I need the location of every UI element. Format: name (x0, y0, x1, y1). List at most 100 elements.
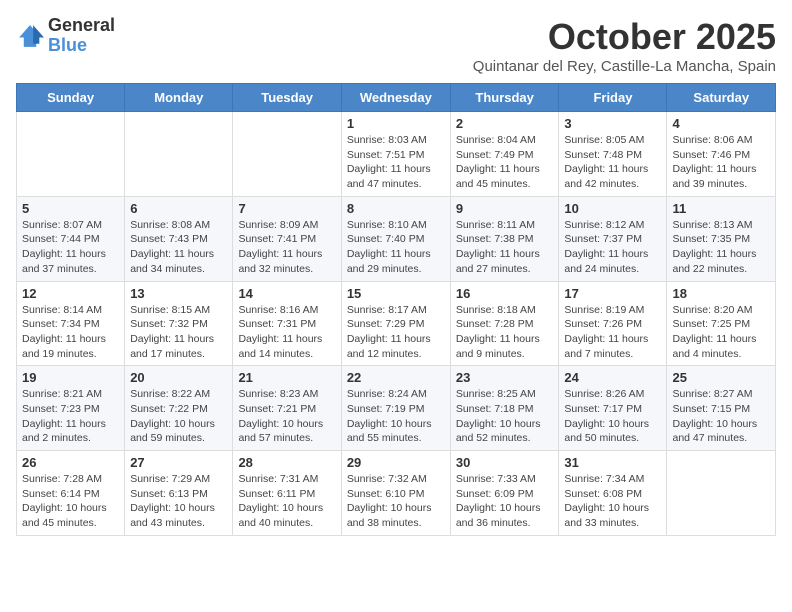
calendar-cell: 20 Sunrise: 8:22 AMSunset: 7:22 PMDayligh… (125, 366, 233, 451)
day-number: 1 (347, 116, 445, 131)
day-number: 19 (22, 370, 119, 385)
calendar-cell: 6 Sunrise: 8:08 AMSunset: 7:43 PMDaylight… (125, 196, 233, 281)
day-number: 31 (564, 455, 661, 470)
day-info: Sunrise: 8:17 AMSunset: 7:29 PMDaylight:… (347, 303, 445, 362)
day-number: 3 (564, 116, 661, 131)
day-info: Sunrise: 8:10 AMSunset: 7:40 PMDaylight:… (347, 218, 445, 277)
day-info: Sunrise: 8:21 AMSunset: 7:23 PMDaylight:… (22, 387, 119, 446)
calendar-cell: 10Sunrise: 8:12 AMSunset: 7:37 PMDayligh… (559, 196, 667, 281)
day-number: 29 (347, 455, 445, 470)
weekday-header-wednesday: Wednesday (341, 84, 450, 112)
day-number: 30 (456, 455, 554, 470)
day-number: 28 (238, 455, 335, 470)
calendar-cell: 28 Sunrise: 7:31 AMSunset: 6:11 PMDayligh… (233, 451, 341, 536)
calendar-cell: 26Sunrise: 7:28 AMSunset: 6:14 PMDayligh… (17, 451, 125, 536)
calendar-cell: 31 Sunrise: 7:34 AMSunset: 6:08 PMDayligh… (559, 451, 667, 536)
day-number: 27 (130, 455, 227, 470)
calendar-cell: 11Sunrise: 8:13 AMSunset: 7:35 PMDayligh… (667, 196, 776, 281)
calendar-week-row: 1 Sunrise: 8:03 AMSunset: 7:51 PMDaylight… (17, 112, 776, 197)
logo: General Blue (16, 16, 115, 56)
calendar-cell: 22Sunrise: 8:24 AMSunset: 7:19 PMDayligh… (341, 366, 450, 451)
day-number: 16 (456, 286, 554, 301)
day-info: Sunrise: 7:34 AMSunset: 6:08 PMDaylight:… (564, 472, 661, 531)
weekday-header-saturday: Saturday (667, 84, 776, 112)
day-number: 9 (456, 201, 554, 216)
day-number: 18 (672, 286, 770, 301)
day-number: 7 (238, 201, 335, 216)
calendar-cell: 7 Sunrise: 8:09 AMSunset: 7:41 PMDaylight… (233, 196, 341, 281)
calendar-cell (667, 451, 776, 536)
day-info: Sunrise: 7:32 AMSunset: 6:10 PMDaylight:… (347, 472, 445, 531)
calendar-cell (17, 112, 125, 197)
month-title: October 2025 (473, 16, 776, 58)
day-info: Sunrise: 8:27 AMSunset: 7:15 PMDaylight:… (672, 387, 770, 446)
calendar-cell: 4 Sunrise: 8:06 AMSunset: 7:46 PMDaylight… (667, 112, 776, 197)
calendar-cell (125, 112, 233, 197)
calendar-week-row: 19 Sunrise: 8:21 AMSunset: 7:23 PMDayligh… (17, 366, 776, 451)
day-info: Sunrise: 8:11 AMSunset: 7:38 PMDaylight:… (456, 218, 554, 277)
calendar-week-row: 26Sunrise: 7:28 AMSunset: 6:14 PMDayligh… (17, 451, 776, 536)
day-info: Sunrise: 8:03 AMSunset: 7:51 PMDaylight:… (347, 133, 445, 192)
calendar-cell: 2Sunrise: 8:04 AMSunset: 7:49 PMDaylight… (450, 112, 559, 197)
day-number: 6 (130, 201, 227, 216)
logo-general: General (48, 16, 115, 36)
day-info: Sunrise: 8:18 AMSunset: 7:28 PMDaylight:… (456, 303, 554, 362)
day-number: 8 (347, 201, 445, 216)
calendar-cell: 19 Sunrise: 8:21 AMSunset: 7:23 PMDayligh… (17, 366, 125, 451)
day-info: Sunrise: 8:26 AMSunset: 7:17 PMDaylight:… (564, 387, 661, 446)
day-number: 15 (347, 286, 445, 301)
weekday-header-friday: Friday (559, 84, 667, 112)
calendar-cell: 16 Sunrise: 8:18 AMSunset: 7:28 PMDayligh… (450, 281, 559, 366)
day-number: 20 (130, 370, 227, 385)
calendar-cell: 17 Sunrise: 8:19 AMSunset: 7:26 PMDayligh… (559, 281, 667, 366)
calendar-cell: 30 Sunrise: 7:33 AMSunset: 6:09 PMDayligh… (450, 451, 559, 536)
day-info: Sunrise: 8:08 AMSunset: 7:43 PMDaylight:… (130, 218, 227, 277)
day-info: Sunrise: 8:05 AMSunset: 7:48 PMDaylight:… (564, 133, 661, 192)
calendar-cell: 1 Sunrise: 8:03 AMSunset: 7:51 PMDaylight… (341, 112, 450, 197)
calendar-week-row: 5 Sunrise: 8:07 AMSunset: 7:44 PMDaylight… (17, 196, 776, 281)
day-info: Sunrise: 8:22 AMSunset: 7:22 PMDaylight:… (130, 387, 227, 446)
day-info: Sunrise: 7:29 AMSunset: 6:13 PMDaylight:… (130, 472, 227, 531)
weekday-header-row: SundayMondayTuesdayWednesdayThursdayFrid… (17, 84, 776, 112)
page-header: General Blue October 2025 Quintanar del … (16, 16, 776, 75)
day-info: Sunrise: 8:07 AMSunset: 7:44 PMDaylight:… (22, 218, 119, 277)
day-number: 24 (564, 370, 661, 385)
day-info: Sunrise: 8:16 AMSunset: 7:31 PMDaylight:… (238, 303, 335, 362)
day-info: Sunrise: 8:12 AMSunset: 7:37 PMDaylight:… (564, 218, 661, 277)
day-number: 17 (564, 286, 661, 301)
day-number: 21 (238, 370, 335, 385)
day-number: 2 (456, 116, 554, 131)
day-number: 11 (672, 201, 770, 216)
day-info: Sunrise: 8:20 AMSunset: 7:25 PMDaylight:… (672, 303, 770, 362)
day-info: Sunrise: 7:31 AMSunset: 6:11 PMDaylight:… (238, 472, 335, 531)
day-info: Sunrise: 8:19 AMSunset: 7:26 PMDaylight:… (564, 303, 661, 362)
calendar-cell: 14 Sunrise: 8:16 AMSunset: 7:31 PMDayligh… (233, 281, 341, 366)
day-number: 23 (456, 370, 554, 385)
calendar-cell: 29 Sunrise: 7:32 AMSunset: 6:10 PMDayligh… (341, 451, 450, 536)
day-info: Sunrise: 8:23 AMSunset: 7:21 PMDaylight:… (238, 387, 335, 446)
calendar-cell: 18 Sunrise: 8:20 AMSunset: 7:25 PMDayligh… (667, 281, 776, 366)
day-number: 22 (347, 370, 445, 385)
calendar-cell: 23Sunrise: 8:25 AMSunset: 7:18 PMDayligh… (450, 366, 559, 451)
day-number: 5 (22, 201, 119, 216)
calendar-cell: 13Sunrise: 8:15 AMSunset: 7:32 PMDayligh… (125, 281, 233, 366)
day-info: Sunrise: 8:06 AMSunset: 7:46 PMDaylight:… (672, 133, 770, 192)
calendar-cell: 24 Sunrise: 8:26 AMSunset: 7:17 PMDayligh… (559, 366, 667, 451)
location-subtitle: Quintanar del Rey, Castille-La Mancha, S… (473, 58, 776, 75)
logo-blue: Blue (48, 36, 115, 56)
calendar-cell: 8 Sunrise: 8:10 AMSunset: 7:40 PMDaylight… (341, 196, 450, 281)
calendar-cell (233, 112, 341, 197)
calendar-cell: 25 Sunrise: 8:27 AMSunset: 7:15 PMDayligh… (667, 366, 776, 451)
day-info: Sunrise: 7:33 AMSunset: 6:09 PMDaylight:… (456, 472, 554, 531)
day-number: 4 (672, 116, 770, 131)
day-info: Sunrise: 8:15 AMSunset: 7:32 PMDaylight:… (130, 303, 227, 362)
calendar-cell: 12Sunrise: 8:14 AMSunset: 7:34 PMDayligh… (17, 281, 125, 366)
day-number: 14 (238, 286, 335, 301)
day-number: 26 (22, 455, 119, 470)
day-info: Sunrise: 8:09 AMSunset: 7:41 PMDaylight:… (238, 218, 335, 277)
weekday-header-sunday: Sunday (17, 84, 125, 112)
day-number: 25 (672, 370, 770, 385)
weekday-header-monday: Monday (125, 84, 233, 112)
calendar-cell: 15 Sunrise: 8:17 AMSunset: 7:29 PMDayligh… (341, 281, 450, 366)
calendar-cell: 3 Sunrise: 8:05 AMSunset: 7:48 PMDaylight… (559, 112, 667, 197)
